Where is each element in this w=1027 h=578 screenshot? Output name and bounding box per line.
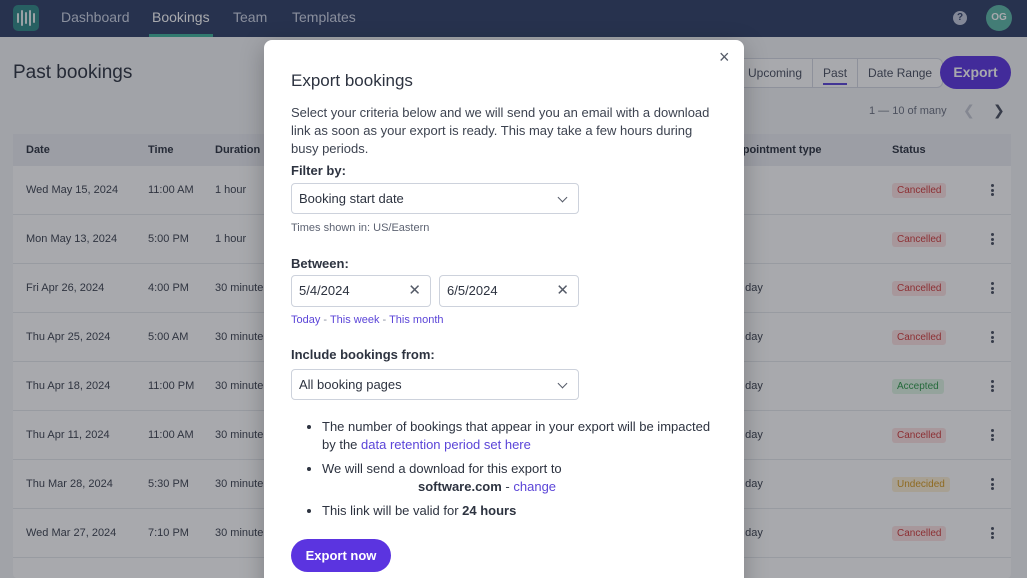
start-date-value: 5/4/2024 [299,283,350,298]
end-date-value: 6/5/2024 [447,283,498,298]
note-validity-text: This link will be valid for [322,503,463,518]
export-bookings-dialog: × Export bookings Select your criteria b… [264,40,744,578]
quick-this-week-link[interactable]: This week [330,314,380,326]
note-retention: The number of bookings that appear in yo… [322,418,714,454]
validity-duration: 24 hours [462,503,517,518]
retention-period-link[interactable]: data retention period set here [361,437,531,452]
clear-start-date-icon[interactable]: ✕ [408,276,421,306]
dialog-title: Export bookings [291,71,413,90]
end-date-field[interactable]: 6/5/2024 ✕ [439,275,579,307]
close-icon[interactable]: × [719,47,730,68]
include-bookings-value: All booking pages [299,377,402,392]
email-domain-line: software.com - change [322,478,714,496]
export-now-button[interactable]: Export now [291,539,391,572]
filter-by-label: Filter by: [291,163,346,178]
note-download-destination: We will send a download for this export … [322,460,714,496]
quick-today-link[interactable]: Today [291,314,320,326]
email-domain: software.com [418,479,502,494]
dialog-description: Select your criteria below and we will s… [291,105,710,156]
chevron-down-icon [557,192,568,203]
start-date-field[interactable]: 5/4/2024 ✕ [291,275,431,307]
note-validity: This link will be valid for 24 hours [322,502,714,520]
quick-this-month-link[interactable]: This month [389,314,443,326]
change-link[interactable]: change [513,479,556,494]
timezone-hint: Times shown in: US/Eastern [291,222,430,234]
filter-by-select[interactable]: Booking start date [291,183,579,214]
include-bookings-label: Include bookings from: [291,347,435,362]
filter-by-value: Booking start date [299,191,404,206]
export-notes-list: The number of bookings that appear in yo… [304,418,714,526]
clear-end-date-icon[interactable]: ✕ [556,276,569,306]
quick-range-links: Today - This week - This month [291,314,444,326]
note-download-text: We will send a download for this export … [322,461,562,476]
quick-separator: - [382,314,387,326]
domain-separator: - [501,479,514,494]
quick-separator: - [323,314,328,326]
include-bookings-select[interactable]: All booking pages [291,369,579,400]
chevron-down-icon [557,378,568,389]
between-label: Between: [291,256,349,271]
